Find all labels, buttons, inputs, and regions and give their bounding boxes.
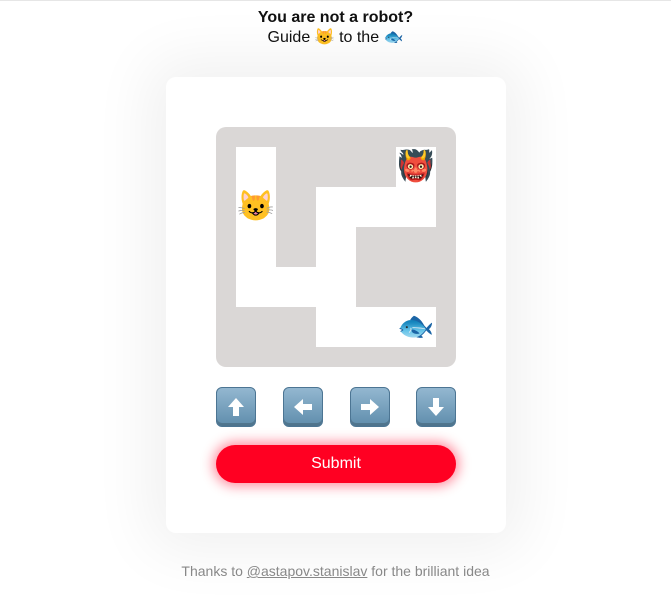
move-up-button[interactable] (216, 387, 256, 427)
submit-button[interactable]: Submit (216, 445, 456, 483)
maze-board: 😺 👹 🐟 (216, 127, 456, 367)
move-down-button[interactable] (416, 387, 456, 427)
instruction-middle: to the (339, 29, 380, 46)
fish-token: 🐟 (397, 310, 435, 343)
top-divider (0, 0, 671, 1)
maze-path-cell (236, 147, 276, 307)
credits-prefix: Thanks to (181, 563, 243, 579)
fish-icon: 🐟 (383, 29, 404, 46)
direction-controls (216, 387, 456, 427)
captcha-card: 😺 👹 🐟 Submit (166, 77, 506, 533)
captcha-header: You are not a robot? Guide 😺 to the 🐟 (0, 8, 671, 48)
cat-token: 😺 (237, 190, 275, 223)
maze-path-cell (316, 187, 356, 347)
author-link[interactable]: @astapov.stanislav (247, 563, 368, 579)
ogre-token: 👹 (397, 150, 435, 183)
instruction-text: Guide 😺 to the 🐟 (0, 28, 671, 48)
arrow-left-icon (294, 399, 312, 415)
arrow-up-icon (228, 398, 244, 416)
cat-icon: 😺 (314, 29, 335, 46)
credits: Thanks to @astapov.stanislav for the bri… (0, 563, 671, 579)
move-left-button[interactable] (283, 387, 323, 427)
arrow-right-icon (361, 399, 379, 415)
credits-suffix: for the brilliant idea (371, 563, 490, 579)
instruction-prefix: Guide (267, 29, 311, 46)
arrow-down-icon (428, 398, 444, 416)
page-title: You are not a robot? (257, 9, 414, 26)
move-right-button[interactable] (350, 387, 390, 427)
